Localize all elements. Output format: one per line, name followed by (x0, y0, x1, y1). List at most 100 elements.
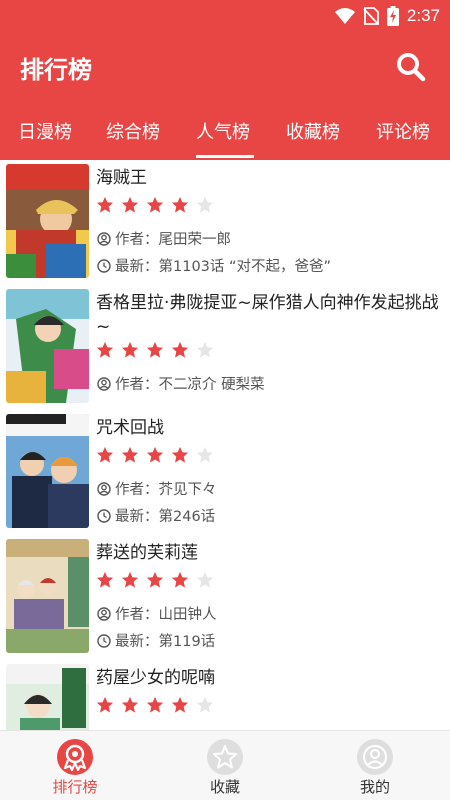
tab-popularity[interactable]: 人气榜 (196, 118, 250, 144)
wifi-icon (334, 8, 355, 24)
search-icon (397, 53, 426, 82)
star-empty-icon (196, 446, 214, 463)
nav-favorites[interactable]: 收藏 (150, 731, 300, 800)
author-row: 作者： 尾田荣一郎 (97, 228, 231, 249)
star-filled-icon (121, 571, 139, 588)
battery-charging-icon (386, 6, 399, 26)
status-time: 2:37 (406, 6, 440, 25)
rating-stars (96, 446, 214, 464)
rating-stars (96, 696, 214, 714)
author-name: 不二凉介 硬梨菜 (158, 377, 265, 393)
author-label: 作者： (115, 607, 159, 623)
manga-cover-image (6, 664, 89, 730)
star-filled-icon (96, 446, 114, 463)
clock-icon (97, 508, 111, 523)
star-filled-icon (146, 696, 164, 713)
star-filled-icon (96, 571, 114, 588)
status-bar: 2:37 (0, 0, 450, 32)
manga-cover-image (6, 414, 89, 528)
star-filled-icon (171, 446, 189, 463)
manga-cover-image (6, 289, 89, 403)
app-bar: 排行榜 (0, 32, 450, 102)
star-filled-icon (121, 341, 139, 358)
star-filled-icon (146, 196, 164, 213)
star-empty-icon (196, 196, 214, 213)
star-filled-icon (171, 341, 189, 358)
tab-comments[interactable]: 评论榜 (376, 118, 430, 144)
clock-icon (97, 258, 111, 273)
manga-cover-image (6, 539, 89, 653)
manga-title: 葬送的芙莉莲 (96, 543, 198, 563)
author-label: 作者： (115, 232, 159, 248)
author-row: 作者： 山田钟人 (97, 603, 217, 624)
author-name: 山田钟人 (158, 607, 217, 623)
star-filled-icon (96, 696, 114, 713)
star-filled-icon (146, 571, 164, 588)
author-row: 作者： 芥见下々 (97, 478, 217, 499)
rating-stars (96, 196, 214, 214)
latest-row: 最新： 第1103话 “对不起，爸爸” (97, 255, 331, 276)
clock-icon (97, 633, 111, 648)
user-icon (97, 606, 111, 621)
rating-stars (96, 571, 214, 589)
star-filled-icon (96, 196, 114, 213)
latest-chapter: 第246话 (158, 509, 216, 525)
user-icon (97, 231, 111, 246)
tab-favorites[interactable]: 收藏榜 (286, 118, 340, 144)
nav-ranking-label: 排行榜 (52, 778, 98, 796)
manga-cover-image (6, 164, 89, 278)
star-icon (207, 739, 243, 775)
status-icons: 2:37 (334, 5, 440, 27)
star-empty-icon (196, 341, 214, 358)
latest-chapter: 第119话 (158, 634, 216, 650)
star-filled-icon (121, 696, 139, 713)
category-tabs: 日漫榜 综合榜 人气榜 收藏榜 评论榜 (0, 102, 450, 160)
list-item[interactable]: 海贼王 作者： 尾田荣一郎 最新： 第1103话 “对不起，爸爸” (0, 160, 450, 285)
ranking-list[interactable]: 海贼王 作者： 尾田荣一郎 最新： 第1103话 “对不起，爸爸” 香格里拉·弗… (0, 160, 450, 730)
star-filled-icon (96, 341, 114, 358)
rating-stars (96, 341, 214, 359)
author-name: 芥见下々 (158, 482, 217, 498)
search-button[interactable] (394, 50, 428, 84)
bottom-navigation: 排行榜 收藏 我的 (0, 730, 450, 800)
nav-favorites-label: 收藏 (209, 778, 240, 796)
list-item[interactable]: 葬送的芙莉莲 作者： 山田钟人 最新： 第119话 (0, 535, 450, 660)
list-item[interactable]: 药屋少女的呢喃 (0, 660, 450, 730)
star-filled-icon (171, 571, 189, 588)
star-filled-icon (171, 696, 189, 713)
author-label: 作者： (115, 377, 159, 393)
user-icon (97, 376, 111, 391)
nav-profile-label: 我的 (359, 778, 390, 796)
latest-label: 最新： (115, 509, 159, 525)
latest-chapter: 第1103话 “对不起，爸爸” (158, 259, 332, 275)
star-filled-icon (171, 196, 189, 213)
star-filled-icon (121, 446, 139, 463)
latest-row: 最新： 第119话 (97, 630, 215, 651)
nav-profile[interactable]: 我的 (300, 731, 450, 800)
latest-row: 最新： 第246话 (97, 505, 215, 526)
no-sim-icon (363, 7, 379, 25)
manga-title: 咒术回战 (96, 418, 164, 438)
list-item[interactable]: 咒术回战 作者： 芥见下々 最新： 第246话 (0, 410, 450, 535)
star-empty-icon (196, 571, 214, 588)
latest-label: 最新： (115, 634, 159, 650)
active-tab-indicator (196, 155, 254, 158)
list-item[interactable]: 香格里拉·弗陇提亚~屎作猎人向神作发起挑战~ 作者： 不二凉介 硬梨菜 (0, 285, 450, 410)
author-row: 作者： 不二凉介 硬梨菜 (97, 373, 265, 394)
author-label: 作者： (115, 482, 159, 498)
tab-japanese-manga[interactable]: 日漫榜 (18, 118, 72, 144)
star-empty-icon (196, 696, 214, 713)
user-icon (97, 481, 111, 496)
star-filled-icon (146, 446, 164, 463)
manga-title: 海贼王 (96, 168, 147, 188)
star-filled-icon (146, 341, 164, 358)
manga-title: 药屋少女的呢喃 (96, 668, 215, 688)
nav-ranking[interactable]: 排行榜 (0, 731, 150, 800)
author-name: 尾田荣一郎 (158, 232, 232, 248)
latest-label: 最新： (115, 259, 159, 275)
ranking-icon (57, 739, 93, 775)
star-filled-icon (121, 196, 139, 213)
tab-overall[interactable]: 综合榜 (106, 118, 160, 144)
manga-title: 香格里拉·弗陇提亚~屎作猎人向神作发起挑战~ (96, 293, 439, 337)
user-profile-icon (357, 739, 393, 775)
